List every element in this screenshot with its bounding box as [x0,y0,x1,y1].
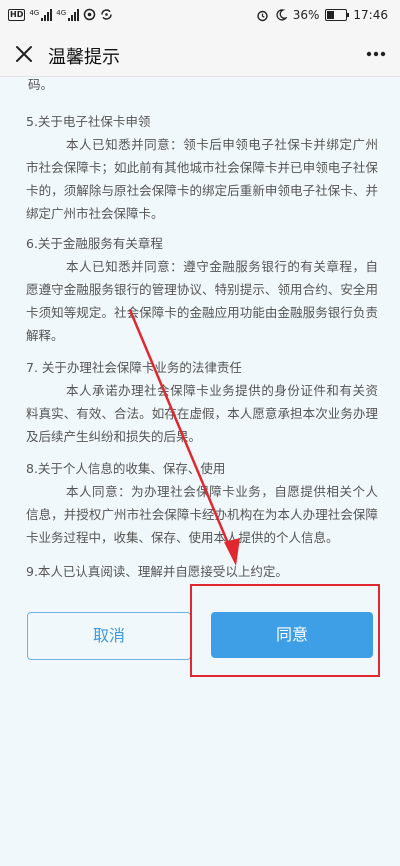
battery-percent: 36% [292,8,320,22]
hd-badge: HD [8,8,26,21]
section-heading: 8.关于个人信息的收集、保存、使用 [26,461,226,476]
section-body: 本人已知悉并同意：领卡后申领电子社保卡并绑定广州市社会保障卡；如此前有其他城市社… [26,137,378,221]
moon-icon [276,9,287,21]
section-body: 本人已知悉并同意：遵守金融服务银行的有关章程，自愿遵守金融服务银行的管理协议、特… [26,259,378,343]
more-icon [366,51,386,57]
clock: 17:46 [353,8,388,22]
signal-icon: 4G [29,8,53,21]
section-body: 本人承诺办理社会保障卡业务提供的身份证件和有关资料真实、有效、合法。如存在虚假，… [26,383,378,444]
agreement-content: 码。 5.关于电子社保卡申领 本人已知悉并同意：领卡后申领电子社保卡并绑定广州市… [0,77,400,597]
highlight-box [190,584,380,677]
more-button[interactable] [362,42,390,66]
section-heading: 9.本人已认真阅读、理解并自愿接受以上约定。 [26,564,288,579]
status-left: HD 4G 4G [8,8,113,21]
battery-icon [325,9,350,21]
section-personal-info: 8.关于个人信息的收集、保存、使用 本人同意：为办理社会保障卡业务，自愿提供相关… [26,457,378,549]
status-bar: HD 4G 4G 36% 17:46 [0,0,400,32]
section-heading: 5.关于电子社保卡申领 [26,114,151,129]
battery-level [327,11,334,19]
section-body: 本人同意：为办理社会保障卡业务，自愿提供相关个人信息，并授权广州市社会保障卡经办… [26,484,378,545]
section-electronic-card: 5.关于电子社保卡申领 本人已知悉并同意：领卡后申领电子社保卡并绑定广州市社会保… [26,110,378,225]
page-title: 温馨提示 [48,47,120,68]
cancel-button[interactable]: 取消 [27,612,191,660]
close-icon [16,46,32,62]
signal-icon: 4G [56,8,80,21]
network-label: 4G [56,8,67,17]
status-right: 36% 17:46 [256,8,388,22]
sync-icon [101,9,112,20]
section-legal-liability: 7. 关于办理社会保障卡业务的法律责任 本人承诺办理社会保障卡业务提供的身份证件… [26,356,378,448]
hotspot-icon [83,8,96,21]
text-fragment: 码。 [28,77,54,92]
network-label: 4G [29,8,40,17]
title-bar: 温馨提示 [0,32,400,77]
alarm-icon [257,10,268,21]
close-button[interactable] [12,42,36,66]
section-acknowledgement: 9.本人已认真阅读、理解并自愿接受以上约定。 [26,560,378,583]
section-financial-rules: 6.关于金融服务有关章程 本人已知悉并同意：遵守金融服务银行的有关章程，自愿遵守… [26,232,378,347]
section-heading: 7. 关于办理社会保障卡业务的法律责任 [26,360,242,375]
section-heading: 6.关于金融服务有关章程 [26,236,163,251]
